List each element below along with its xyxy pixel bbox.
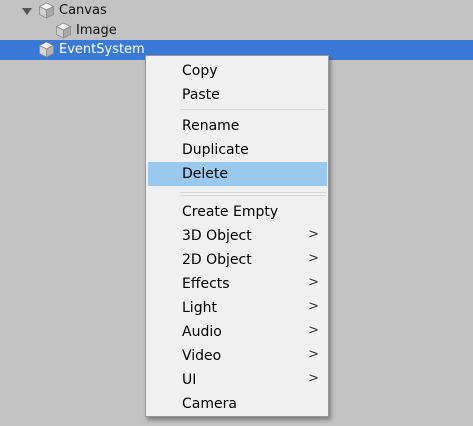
gameobject-cube-icon <box>38 2 55 19</box>
menu-item-create-empty[interactable]: Create Empty <box>148 200 327 224</box>
menu-item-label: Audio <box>182 324 222 340</box>
menu-item-label: 2D Object <box>182 252 252 268</box>
menu-item-label: Delete <box>182 166 228 182</box>
chevron-right-icon: > <box>308 323 319 338</box>
gameobject-cube-icon <box>38 41 55 58</box>
menu-item-delete[interactable]: Delete <box>148 162 327 186</box>
chevron-right-icon: > <box>308 347 319 362</box>
menu-item-label: Create Empty <box>182 204 279 220</box>
context-menu: Copy Paste Rename Duplicate Delete Creat… <box>145 55 329 417</box>
chevron-right-icon: > <box>308 251 319 266</box>
menu-item-rename[interactable]: Rename <box>148 114 327 138</box>
menu-separator <box>180 195 326 196</box>
tree-item-canvas[interactable]: Canvas <box>0 1 473 21</box>
menu-item-label: Light <box>182 300 217 316</box>
menu-item-video[interactable]: Video > <box>148 344 327 368</box>
menu-item-duplicate[interactable]: Duplicate <box>148 138 327 162</box>
menu-item-label: Duplicate <box>182 142 249 158</box>
tree-item-label: Image <box>76 23 117 38</box>
menu-item-label: Copy <box>182 63 218 79</box>
menu-item-label: Rename <box>182 118 240 134</box>
menu-item-label: Paste <box>182 87 220 103</box>
menu-item-2d-object[interactable]: 2D Object > <box>148 248 327 272</box>
tree-item-label: EventSystem <box>59 42 145 57</box>
chevron-right-icon: > <box>308 227 319 242</box>
menu-item-3d-object[interactable]: 3D Object > <box>148 224 327 248</box>
foldout-expanded-icon[interactable] <box>22 8 32 15</box>
menu-separator <box>180 192 326 193</box>
gameobject-cube-icon <box>55 22 72 39</box>
tree-item-label: Canvas <box>59 3 107 18</box>
menu-item-ui[interactable]: UI > <box>148 368 327 392</box>
chevron-right-icon: > <box>308 275 319 290</box>
menu-item-effects[interactable]: Effects > <box>148 272 327 296</box>
menu-item-light[interactable]: Light > <box>148 296 327 320</box>
menu-separator <box>180 109 326 110</box>
menu-item-label: Video <box>182 348 222 364</box>
chevron-right-icon: > <box>308 371 319 386</box>
chevron-right-icon: > <box>308 299 319 314</box>
menu-item-label: Camera <box>182 396 237 412</box>
menu-item-audio[interactable]: Audio > <box>148 320 327 344</box>
menu-item-label: UI <box>182 372 197 388</box>
menu-item-label: 3D Object <box>182 228 252 244</box>
menu-item-camera[interactable]: Camera <box>148 392 327 416</box>
menu-item-copy[interactable]: Copy <box>148 59 327 83</box>
menu-item-paste[interactable]: Paste <box>148 83 327 107</box>
menu-item-label: Effects <box>182 276 230 292</box>
tree-item-image[interactable]: Image <box>0 21 473 41</box>
